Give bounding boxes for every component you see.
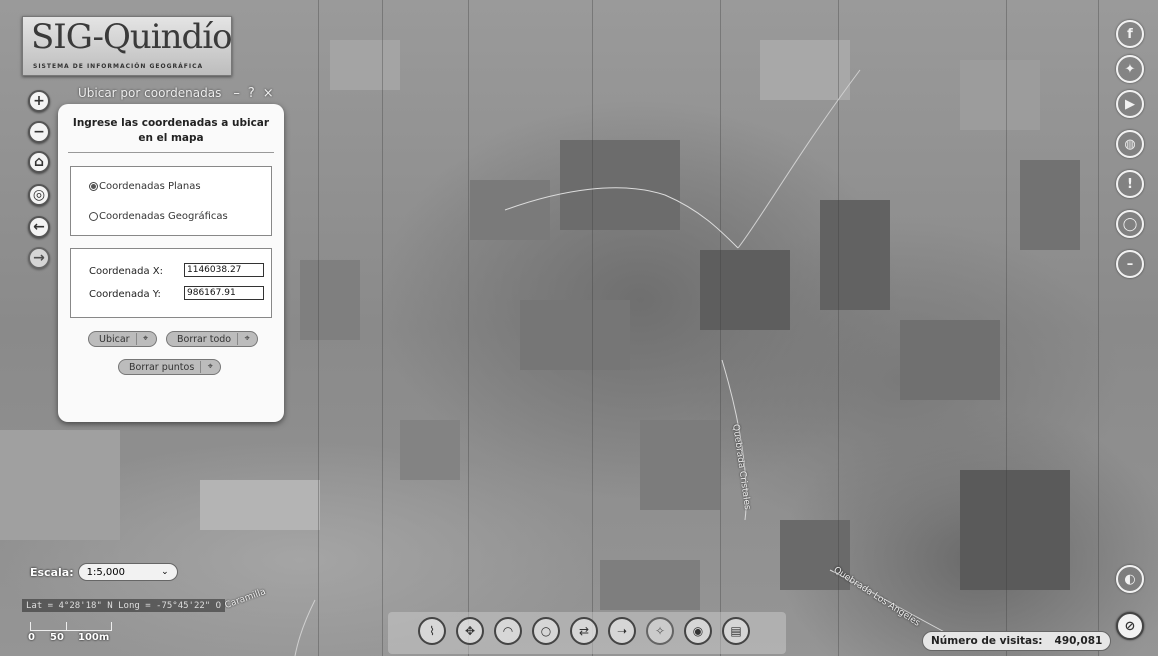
zoom-out-icon: − (33, 124, 45, 140)
coordinates-panel: Ingrese las coordenadas a ubicar en el m… (58, 104, 284, 422)
scale-tick-label: 100m (78, 632, 110, 643)
facebook-icon: f (1127, 26, 1133, 42)
minimize-icon[interactable]: – (233, 86, 240, 101)
coord-y-input[interactable] (184, 286, 264, 300)
pin-icon: ⌖ (135, 333, 152, 345)
zoom-out-button[interactable]: − (28, 121, 50, 143)
visit-counter-value: 490,081 (1054, 635, 1103, 647)
help-icon[interactable]: ? (248, 86, 255, 101)
scale-label: Escala: (30, 565, 74, 579)
divider (68, 152, 274, 153)
back-button[interactable]: ← (28, 216, 50, 238)
logo-title: SIG-Quindío (31, 17, 233, 57)
minus-circle-icon: – (1126, 256, 1134, 272)
scale-control: Escala: 1:5,000 ⌄ (30, 563, 178, 581)
print-icon: ▤ (730, 624, 742, 638)
panel-title: Ubicar por coordenadas (78, 86, 222, 100)
radio-coordenadas-geograficas[interactable]: Coordenadas Geográficas (89, 211, 228, 222)
coord-x-input[interactable] (184, 263, 264, 277)
zoom-box-button[interactable]: ◠ (494, 617, 522, 645)
facebook-button[interactable]: f (1116, 20, 1144, 48)
visibility-toggle-button[interactable]: ⊘ (1116, 612, 1144, 640)
close-icon[interactable]: × (263, 86, 274, 101)
logo-subtitle: SISTEMA DE INFORMACIÓN GEOGRÁFICA (33, 63, 204, 70)
zoom-box-icon: ◠ (502, 624, 514, 638)
youtube-icon: ▶ (1125, 96, 1135, 112)
scale-tick-label: 50 (50, 632, 64, 643)
zoom-in-icon: + (33, 93, 45, 109)
forward-button[interactable]: → (28, 247, 50, 269)
coord-x-label: Coordenada X: (89, 266, 163, 277)
radio-label: Coordenadas Geográficas (99, 211, 228, 222)
home-icon: ⌂ (33, 154, 45, 170)
swap-icon: ⇄ (578, 624, 590, 638)
star-button[interactable]: ✧ (646, 617, 674, 645)
star-icon: ✧ (654, 624, 666, 638)
radio-coordenadas-planas[interactable]: Coordenadas Planas (89, 181, 201, 192)
arrow-icon: ➝ (616, 624, 628, 638)
layers-button[interactable]: ◯ (1116, 210, 1144, 238)
swap-button[interactable]: ⇄ (570, 617, 598, 645)
chevron-down-icon: ⌄ (161, 567, 169, 577)
home-button[interactable]: ⌂ (28, 151, 50, 173)
compass-icon: ◐ (1124, 571, 1136, 587)
measure-line-icon: ⌇ (429, 624, 435, 638)
scale-value: 1:5,000 (86, 566, 125, 578)
zoom-in-button[interactable]: + (28, 90, 50, 112)
pan-icon: ✥ (464, 624, 476, 638)
clear-points-button[interactable]: Borrar puntos ⌖ (118, 359, 222, 375)
locate-button[interactable]: ◎ (28, 184, 50, 206)
coordinates-readout: Lat = 4°28'18" N Long = -75°45'22" O (22, 599, 226, 612)
coord-input-group: Coordenada X: Coordenada Y: (70, 248, 272, 318)
pan-button[interactable]: ✥ (456, 617, 484, 645)
eraser-icon: ⌖ (237, 333, 253, 345)
panel-header: Ubicar por coordenadas – ? × (60, 83, 286, 103)
visit-counter-label: Número de visitas: (931, 635, 1043, 647)
youtube-button[interactable]: ▶ (1116, 90, 1144, 118)
tools-toolbar: ⌇ ✥ ◠ ○ ⇄ ➝ ✧ ◉ ▤ (388, 612, 786, 654)
info-icon: ! (1127, 176, 1133, 192)
app-logo[interactable]: SIG-Quindío SISTEMA DE INFORMACIÓN GEOGR… (22, 16, 233, 76)
camera-icon: ◉ (692, 624, 704, 638)
compass-button[interactable]: ◐ (1116, 565, 1144, 593)
back-arrow-icon: ← (33, 219, 45, 235)
circle-select-icon: ○ (540, 624, 552, 638)
globe-button[interactable]: ◍ (1116, 130, 1144, 158)
scale-tick-label: 0 (28, 632, 35, 643)
camera-button[interactable]: ◉ (684, 617, 712, 645)
measure-button[interactable]: ⌇ (418, 617, 446, 645)
eye-off-icon: ⊘ (1124, 618, 1136, 634)
coord-type-group: Coordenadas Planas Coordenadas Geográfic… (70, 166, 272, 236)
forward-arrow-icon: → (33, 250, 45, 266)
twitter-button[interactable]: ✦ (1116, 55, 1144, 83)
scale-select[interactable]: 1:5,000 ⌄ (77, 563, 178, 581)
eraser-icon: ⌖ (200, 361, 216, 373)
locate-button-label: Ubicar (99, 333, 130, 345)
locate-button[interactable]: Ubicar ⌖ (88, 331, 157, 347)
circle-select-button[interactable]: ○ (532, 617, 560, 645)
layers-icon: ◯ (1122, 216, 1138, 232)
visit-counter-badge: Número de visitas: 490,081 (922, 631, 1112, 651)
radio-label: Coordenadas Planas (99, 181, 201, 192)
coord-y-label: Coordenada Y: (89, 289, 161, 300)
locate-icon: ◎ (32, 187, 46, 203)
info-button[interactable]: ! (1116, 170, 1144, 198)
scale-bar (30, 622, 112, 631)
clear-all-button[interactable]: Borrar todo ⌖ (166, 331, 259, 347)
arrow-button[interactable]: ➝ (608, 617, 636, 645)
radio-selected-icon[interactable] (89, 182, 98, 191)
globe-icon: ◍ (1124, 136, 1136, 152)
radio-unselected-icon[interactable] (89, 212, 98, 221)
print-button[interactable]: ▤ (722, 617, 750, 645)
twitter-icon: ✦ (1124, 61, 1136, 77)
clear-points-button-label: Borrar puntos (129, 361, 195, 373)
panel-instructions: Ingrese las coordenadas a ubicar en el m… (72, 117, 270, 144)
collapse-button[interactable]: – (1116, 250, 1144, 278)
clear-all-button-label: Borrar todo (177, 333, 232, 345)
